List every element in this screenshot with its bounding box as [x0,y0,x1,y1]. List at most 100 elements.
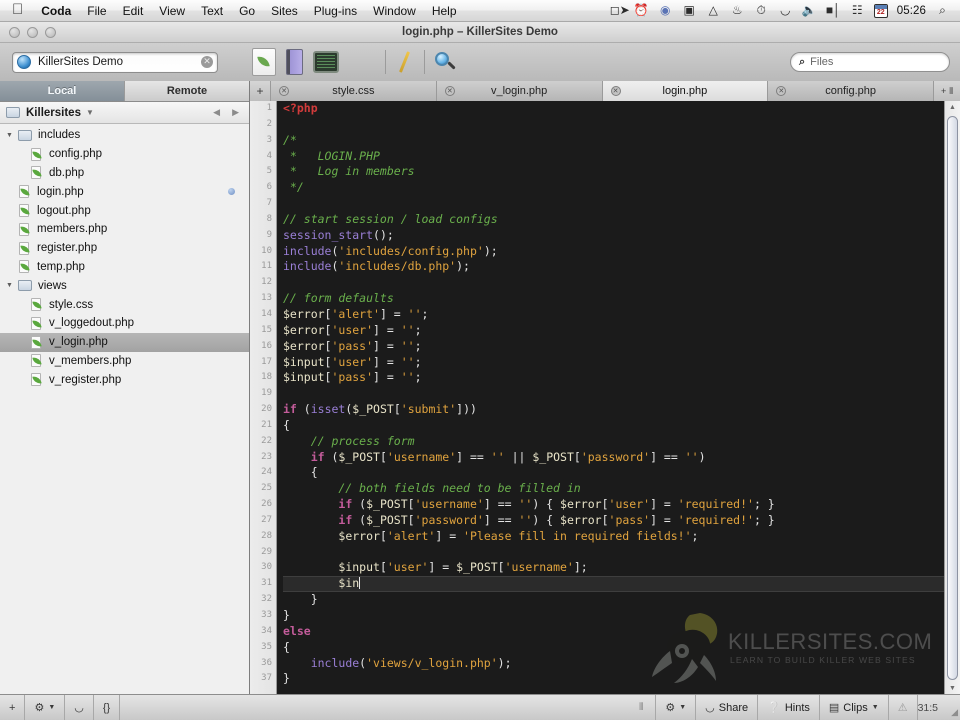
editor-settings-button[interactable]: ⚙ ▼ [656,695,697,720]
disclosure-triangle-icon[interactable]: ▼ [6,132,18,139]
new-tab-button[interactable]: + [250,81,271,101]
menu-coda[interactable]: Coda [33,0,79,22]
tab-bar-controls[interactable]: + ⫴ [934,81,960,101]
share-button[interactable]: ◡ Share [696,695,759,720]
code-line[interactable] [283,196,944,212]
minimize-button[interactable] [27,26,38,38]
display-icon[interactable]: ▣ [682,3,697,18]
code-line[interactable]: <?php [283,101,944,117]
code-line[interactable]: include('includes/db.php'); [283,259,944,275]
clear-icon[interactable]: ✕ [201,56,213,68]
code-line[interactable]: $in [283,576,944,593]
code-line[interactable]: /* [283,133,944,149]
code-line[interactable]: */ [283,180,944,196]
code-line[interactable]: include('includes/config.php'); [283,244,944,260]
disclosure-triangle-icon[interactable]: ▼ [6,282,18,289]
code-line[interactable]: // form defaults [283,291,944,307]
preview-mode-icon[interactable] [433,50,457,74]
tree-file-db-php[interactable]: db.php [0,164,249,183]
menu-window[interactable]: Window [365,0,424,22]
close-tab-icon[interactable]: ✕ [444,86,455,96]
scroll-up-icon[interactable]: ▲ [945,101,960,114]
search-input[interactable]: ⌕ Files [790,52,950,72]
code-line[interactable]: if ($_POST['username'] == '' || $_POST['… [283,450,944,466]
tree-file-config-php[interactable]: config.php [0,145,249,164]
terminal-icon[interactable] [313,51,339,73]
site-selector-field[interactable]: KillerSites Demo ✕ [12,51,218,73]
code-line[interactable]: } [283,671,944,687]
code-line[interactable]: $error['pass'] = ''; [283,339,944,355]
validation-button[interactable]: ⚠ [889,695,918,720]
split-view-icon[interactable]: ⫴ [949,86,953,97]
tree-folder-includes[interactable]: ▼ includes [0,126,249,145]
nav-back-icon[interactable]: ◀ [213,107,220,118]
code-line[interactable]: // process form [283,434,944,450]
tree-folder-views[interactable]: ▼ views [0,276,249,295]
battery-icon[interactable]: ■│ [826,3,841,18]
new-file-icon[interactable] [252,48,276,76]
menu-plug-ins[interactable]: Plug-ins [306,0,365,22]
tab-local[interactable]: Local [0,81,124,101]
chevron-down-icon[interactable]: ▼ [86,108,94,117]
wifi-icon[interactable]: ◡ [778,3,793,18]
close-tab-icon[interactable]: ✕ [279,86,289,96]
code-line[interactable]: if ($_POST['username'] == '') { $error['… [283,497,944,513]
close-button[interactable] [9,26,20,38]
dropbox-icon[interactable]: △ [706,3,721,18]
evernote-icon[interactable]: ♨ [730,3,745,18]
code-line[interactable] [283,117,944,133]
split-grip-handle[interactable]: ⦀ [639,702,644,713]
menu-edit[interactable]: Edit [115,0,152,22]
code-line[interactable]: if ($_POST['password'] == '') { $error['… [283,513,944,529]
add-split-icon[interactable]: + [941,86,946,96]
screen-recorder-icon[interactable]: ◻➤ [610,3,630,18]
editor-tab-config-php[interactable]: ✕ config.php [768,81,934,101]
tree-file-style-css[interactable]: style.css [0,295,249,314]
spotlight-search-icon[interactable]: ⌕ [935,3,950,18]
code-line[interactable]: $input['user'] = ''; [283,355,944,371]
code-line[interactable]: else [283,624,944,640]
tab-remote[interactable]: Remote [124,81,249,101]
menu-view[interactable]: View [151,0,193,22]
code-line[interactable]: { [283,640,944,656]
tree-file-v_register-php[interactable]: v_register.php [0,370,249,389]
code-line[interactable]: session_start(); [283,228,944,244]
code-line[interactable]: // both fields need to be filled in [283,481,944,497]
code-line[interactable] [283,386,944,402]
code-line[interactable]: $error['alert'] = ''; [283,307,944,323]
hints-button[interactable]: ❔ Hints [758,695,820,720]
editor-tab-v_login-php[interactable]: ✕ v_login.php [436,81,603,101]
code-line[interactable]: } [283,592,944,608]
code-content[interactable]: <?php /* * LOGIN.PHP * Log in members */… [277,101,944,695]
code-line[interactable]: { [283,465,944,481]
scrollbar-thumb[interactable] [947,116,958,680]
tree-file-temp-php[interactable]: temp.php [0,258,249,277]
edit-mode-icon[interactable] [394,50,416,74]
zoom-button[interactable] [45,26,56,38]
menu-help[interactable]: Help [424,0,465,22]
editor-tab-style-css[interactable]: ✕ style.css [271,81,437,101]
code-navigator-button[interactable]: {} [94,695,121,720]
menu-clock[interactable]: 05:26 [897,5,926,17]
te-circle-icon[interactable]: ◉ [658,3,673,18]
close-tab-icon[interactable]: ✕ [776,86,787,96]
menu-file[interactable]: File [79,0,114,22]
close-tab-icon[interactable]: ✕ [610,86,621,96]
editor-scrollbar[interactable]: ▲ ▼ [944,101,960,695]
clock-icon[interactable]: ⏱ [754,3,769,18]
calendar-icon[interactable]: 22 [873,3,888,18]
code-line[interactable]: { [283,418,944,434]
menu-sites[interactable]: Sites [263,0,306,22]
code-line[interactable]: $error['user'] = ''; [283,323,944,339]
settings-button[interactable]: ⚙ ▼ [25,695,66,720]
site-root-header[interactable]: Killersites ▼ ◀ ▶ [0,102,249,124]
tree-file-login-php[interactable]: login.php [0,182,249,201]
apple-menu-icon[interactable]:  [12,2,23,17]
publish-button[interactable]: ◡ [65,695,94,720]
code-line[interactable]: } [283,608,944,624]
code-line[interactable]: $error['alert'] = 'Please fill in requir… [283,529,944,545]
code-line[interactable]: if (isset($_POST['submit'])) [283,402,944,418]
code-line[interactable]: $input['user'] = $_POST['username']; [283,560,944,576]
code-line[interactable]: * LOGIN.PHP [283,149,944,165]
tree-file-v_members-php[interactable]: v_members.php [0,352,249,371]
